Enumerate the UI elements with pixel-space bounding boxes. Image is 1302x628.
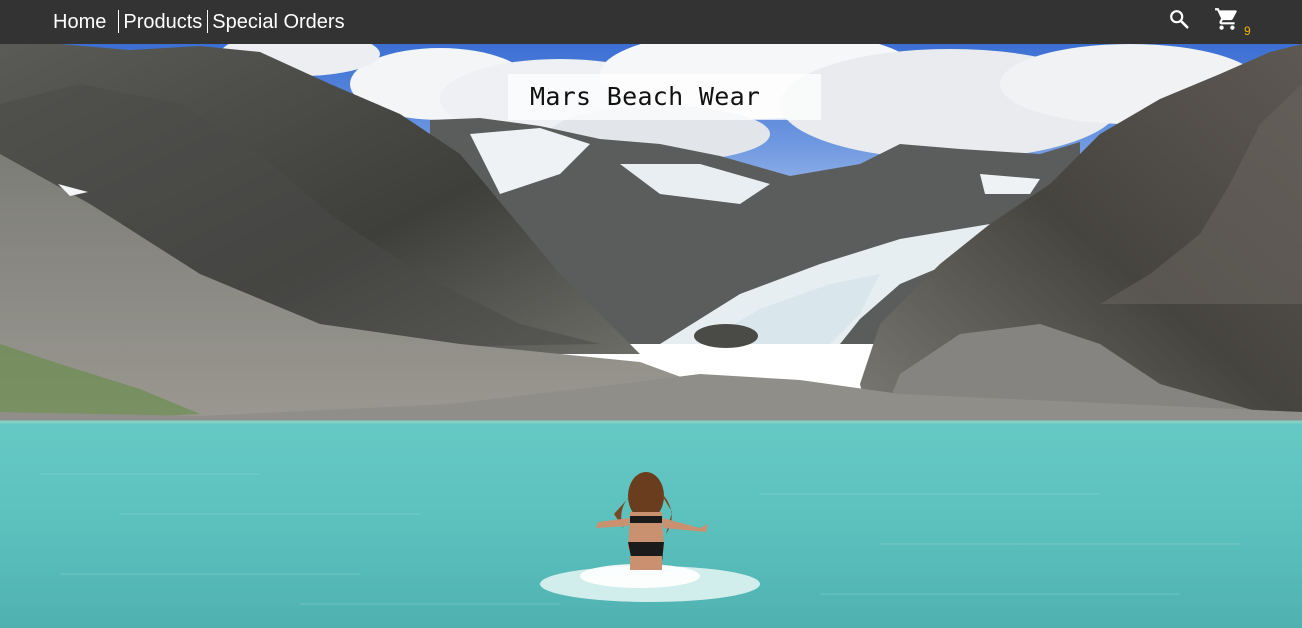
shopping-cart-icon [1215, 8, 1237, 30]
hero-title-box: Mars Beach Wear [508, 74, 821, 120]
cart-count-badge: 9 [1244, 24, 1251, 38]
hero-image [0, 44, 1302, 628]
nav-products-link[interactable]: Products [123, 10, 202, 34]
nav-links: Home Products Special Orders [53, 9, 345, 34]
nav-special-orders-link[interactable]: Special Orders [212, 10, 344, 34]
search-button[interactable] [1168, 8, 1190, 30]
site-title: Mars Beach Wear [530, 82, 761, 111]
hero-banner: Mars Beach Wear [0, 44, 1302, 628]
top-navbar: Home Products Special Orders 9 [0, 0, 1302, 44]
cart-button[interactable] [1214, 6, 1240, 32]
nav-divider [207, 10, 209, 33]
search-icon [1170, 10, 1189, 29]
nav-divider [118, 10, 120, 33]
nav-home-link[interactable]: Home [53, 10, 106, 34]
